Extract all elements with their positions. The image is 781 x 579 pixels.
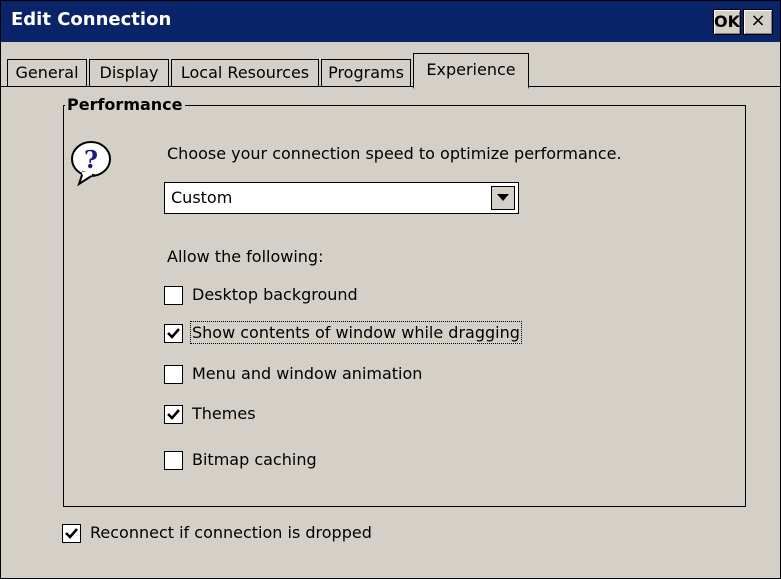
performance-group xyxy=(63,105,746,507)
edit-connection-window: Edit Connection OK × General Display Loc… xyxy=(0,0,781,579)
check-icon xyxy=(167,409,180,420)
themes-checkbox[interactable] xyxy=(164,405,183,424)
tab-general[interactable]: General xyxy=(7,59,87,86)
tab-programs-label: Programs xyxy=(328,63,404,82)
tab-display[interactable]: Display xyxy=(89,59,169,86)
tab-programs[interactable]: Programs xyxy=(321,59,411,86)
desktop-background-checkbox[interactable] xyxy=(164,286,183,305)
connection-speed-value: Custom xyxy=(171,188,233,207)
performance-prompt: Choose your connection speed to optimize… xyxy=(167,144,622,163)
check-icon xyxy=(65,528,78,539)
close-button[interactable]: × xyxy=(743,9,773,35)
check-icon xyxy=(167,328,180,339)
tab-strip-divider xyxy=(1,86,780,87)
menu-window-animation-label: Menu and window animation xyxy=(192,364,423,383)
reconnect-label: Reconnect if connection is dropped xyxy=(90,523,372,542)
tab-local-resources[interactable]: Local Resources xyxy=(171,59,319,86)
connection-speed-select[interactable]: Custom xyxy=(164,182,519,214)
show-window-contents-label: Show contents of window while dragging xyxy=(190,321,522,344)
ok-button[interactable]: OK xyxy=(713,9,741,35)
title-bar: Edit Connection OK × xyxy=(1,1,780,42)
themes-label: Themes xyxy=(192,404,256,423)
question-icon: ? xyxy=(69,139,113,187)
desktop-background-label: Desktop background xyxy=(192,285,358,304)
menu-window-animation-checkbox[interactable] xyxy=(164,365,183,384)
reconnect-checkbox[interactable] xyxy=(62,524,81,543)
show-window-contents-checkbox[interactable] xyxy=(164,324,183,343)
performance-group-label: Performance xyxy=(65,95,185,114)
tab-local-resources-label: Local Resources xyxy=(180,63,310,82)
bitmap-caching-label: Bitmap caching xyxy=(192,450,317,469)
tab-display-label: Display xyxy=(99,63,159,82)
allow-following-label: Allow the following: xyxy=(167,247,324,266)
tab-experience[interactable]: Experience xyxy=(413,53,529,89)
svg-text:?: ? xyxy=(84,145,98,174)
tab-general-label: General xyxy=(15,63,79,82)
dropdown-button[interactable] xyxy=(491,186,515,210)
bitmap-caching-checkbox[interactable] xyxy=(164,451,183,470)
chevron-down-icon xyxy=(497,194,509,201)
window-title: Edit Connection xyxy=(11,9,172,30)
tab-experience-label: Experience xyxy=(426,60,516,79)
